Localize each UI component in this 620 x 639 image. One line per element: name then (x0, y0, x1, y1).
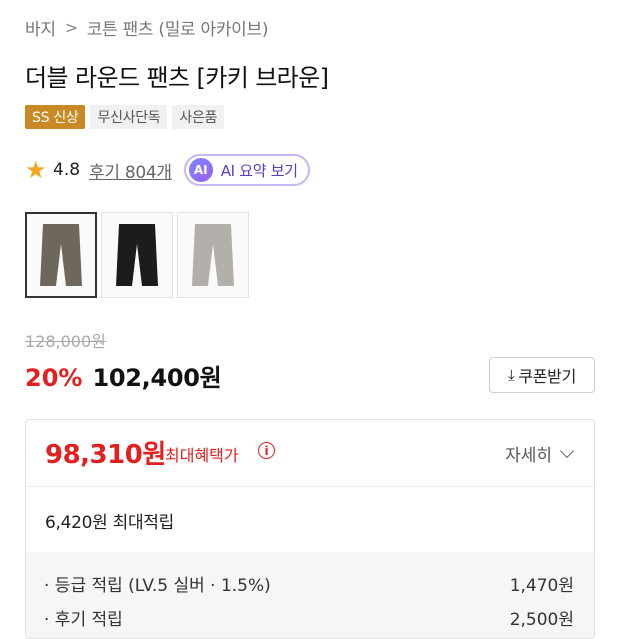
points-breakdown: · 등급 적립 (LV.5 실버 · 1.5%) 1,470원 · 후기 적립 … (26, 552, 594, 638)
price-row: 20% 102,400원 (25, 358, 222, 393)
points-row: · 등급 적립 (LV.5 실버 · 1.5%) 1,470원 (44, 571, 574, 596)
coupon-button[interactable]: ⤓ 쿠폰받기 (489, 357, 595, 393)
detail-label: 자세히 (505, 446, 552, 466)
max-benefit-price: 98,310원 (45, 440, 166, 470)
star-icon: ★ (25, 156, 47, 184)
pants-image (116, 224, 158, 286)
points-row-label: · 등급 적립 (LV.5 실버 · 1.5%) (44, 576, 271, 596)
points-row-value: 2,500원 (509, 610, 574, 630)
color-thumbnail-list (25, 212, 249, 298)
detail-toggle-button[interactable]: 자세히 (505, 441, 575, 466)
ai-icon: AI (188, 158, 213, 182)
breadcrumb: 바지 > 코튼 팬츠 (밀로 아카이브) (25, 14, 268, 40)
points-row-value: 1,470원 (509, 576, 574, 596)
max-points-summary: 6,420원 최대적립 (45, 513, 174, 533)
info-icon[interactable]: i (258, 442, 275, 459)
original-price: 128,000원 (25, 332, 106, 351)
download-icon: ⤓ (507, 366, 515, 384)
discount-rate: 20% (25, 364, 83, 392)
ai-summary-button[interactable]: AI AI 요약 보기 (183, 154, 310, 186)
review-count-link[interactable]: 후기 804개 (89, 158, 172, 183)
badge-exclusive: 무신사단독 (90, 105, 168, 129)
ai-summary-label: AI 요약 보기 (220, 161, 298, 180)
product-title: 더블 라운드 팬츠 [카키 브라운] (25, 64, 329, 92)
max-benefit-header: 98,310원 최대혜택가 i 자세히 (26, 420, 594, 487)
badge-gift: 사은품 (172, 105, 225, 129)
sale-price: 102,400원 (92, 364, 222, 392)
rating-row: ★ 4.8 후기 804개 AI AI 요약 보기 (25, 152, 310, 188)
badge-new-season: SS 신상 (25, 105, 86, 129)
thumbnail-black[interactable] (101, 212, 173, 298)
coupon-label: 쿠폰받기 (518, 367, 577, 386)
max-benefit-label: 최대혜택가 (165, 446, 239, 465)
points-row-label: · 후기 적립 (44, 610, 123, 630)
thumbnail-khaki-brown[interactable] (25, 212, 97, 298)
chevron-down-icon (559, 443, 575, 458)
breadcrumb-item-category[interactable]: 바지 (25, 15, 56, 40)
pants-image (40, 224, 82, 286)
thumbnail-gray[interactable] (177, 212, 249, 298)
rating-value: 4.8 (53, 160, 81, 180)
points-row: · 후기 적립 2,500원 (44, 605, 574, 630)
max-benefit-panel: 98,310원 최대혜택가 i 자세히 6,420원 최대적립 · 등급 적립 … (25, 419, 595, 639)
chevron-right-icon: > (64, 17, 78, 37)
pants-image (192, 224, 234, 286)
breadcrumb-item-subcategory[interactable]: 코튼 팬츠 (밀로 아카이브) (87, 15, 269, 40)
badge-list: SS 신상 무신사단독 사은품 (25, 105, 225, 129)
